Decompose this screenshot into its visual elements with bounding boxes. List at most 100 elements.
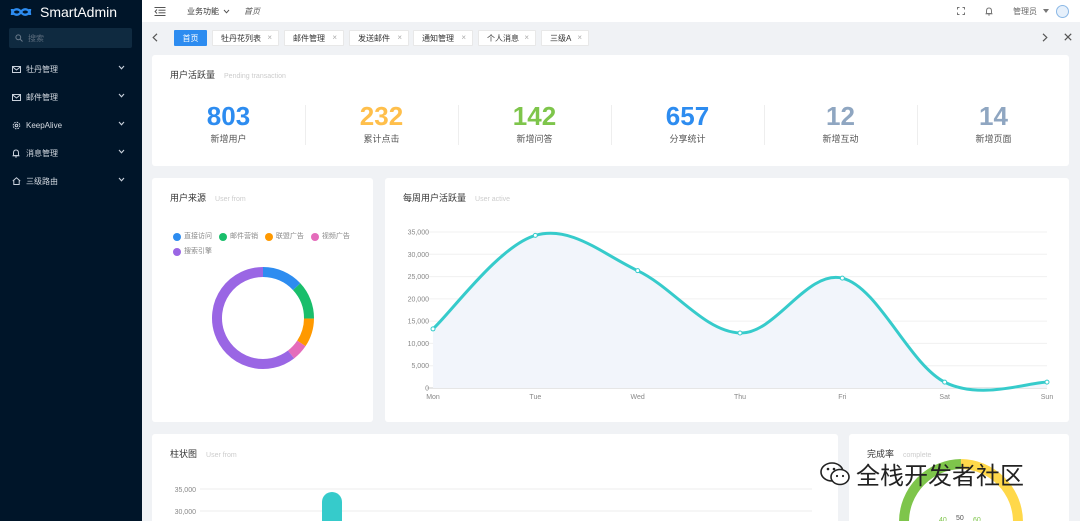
chevron-right-icon[interactable] <box>1042 33 1048 42</box>
x-tick-label: Wed <box>631 394 645 401</box>
y-tick-label: 35,000 <box>175 487 197 494</box>
sidebar-item-peony[interactable]: 牡丹管理 <box>0 55 142 83</box>
fullscreen-icon[interactable] <box>957 7 965 15</box>
sidebar-item-messages[interactable]: 消息管理 <box>0 139 142 167</box>
bar[interactable] <box>322 492 342 521</box>
chevron-left-icon[interactable] <box>152 33 158 42</box>
tab-mail-manage[interactable]: 邮件管理 × <box>284 30 344 46</box>
sidebar-item-label: 三级路由 <box>26 176 58 186</box>
legend-item[interactable]: 直接访问 <box>173 231 212 243</box>
legend-item[interactable]: 邮件营销 <box>218 231 258 243</box>
chevron-down-icon <box>118 149 125 154</box>
sidebar-menu: 牡丹管理 邮件管理 KeepAlive 消息管理 三级路由 <box>0 55 142 195</box>
breadcrumb[interactable]: 首页 <box>244 6 260 17</box>
menu-fold-icon[interactable] <box>154 6 166 16</box>
card-subtitle: User from <box>215 196 246 203</box>
legend-item[interactable]: 联盟广告 <box>264 231 304 243</box>
chevron-down-icon <box>223 9 230 14</box>
tab-label: 通知管理 <box>422 33 454 43</box>
sidebar-item-keepalive[interactable]: KeepAlive <box>0 111 142 139</box>
y-tick-label: 25,000 <box>408 274 430 281</box>
data-point[interactable] <box>635 268 641 274</box>
stat-label: 分享统计 <box>669 134 706 144</box>
chevron-down-icon <box>118 121 125 126</box>
tab-personal-messages[interactable]: 个人消息 × <box>478 30 536 46</box>
card-title: 用户来源 User from <box>170 191 246 204</box>
weekly-card: 每周用户活跃量 User active 0 5,000 10,000 15,000 20,… <box>385 178 1069 422</box>
pie-slice[interactable] <box>212 267 295 369</box>
gauge-tick-label: 60 <box>973 517 981 521</box>
legend-item[interactable]: 视频广告 <box>310 231 350 243</box>
chart-legend: 直接访问 邮件营销 联盟广告 视频广告 搜索引擎 <box>173 231 363 261</box>
sidebar-item-mail[interactable]: 邮件管理 <box>0 83 142 111</box>
data-point[interactable] <box>1044 379 1050 385</box>
y-tick-label: 5,000 <box>411 363 429 370</box>
line-chart: 0 5,000 10,000 15,000 20,000 25,000 30,000 35,0… <box>408 230 1054 402</box>
stat-value: 803 <box>206 101 251 131</box>
tab-label: 首页 <box>182 33 199 43</box>
bar-chart: 35,000 30,000 <box>175 487 812 521</box>
close-icon[interactable]: × <box>524 33 529 42</box>
tab-level3-a[interactable]: 三级A × <box>541 30 589 46</box>
search-icon <box>15 34 23 42</box>
app-name: SmartAdmin <box>40 4 118 20</box>
user-name: 管理员 <box>1013 6 1037 16</box>
sidebar-item-label: KeepAlive <box>26 120 63 130</box>
data-point[interactable] <box>430 326 436 332</box>
close-icon[interactable]: × <box>397 33 402 42</box>
tab-send-mail[interactable]: 发送邮件 × <box>349 30 409 46</box>
x-tick-label: Sat <box>939 394 950 401</box>
data-point[interactable] <box>737 330 743 336</box>
card-title-text: 用户活跃量 <box>170 70 216 80</box>
pie-slice[interactable] <box>262 267 301 291</box>
data-point[interactable] <box>532 232 538 238</box>
card-subtitle: Pending transaction <box>224 73 286 80</box>
stat-value: 657 <box>665 101 710 131</box>
close-icon[interactable]: × <box>577 33 582 42</box>
biz-label: 业务功能 <box>187 6 219 16</box>
tab-notice-manage[interactable]: 通知管理 × <box>413 30 473 46</box>
bell-icon <box>11 148 21 158</box>
search-input[interactable]: 搜索 <box>9 28 132 48</box>
user-menu[interactable]: 管理员 <box>1013 4 1075 18</box>
legend-swatch <box>264 233 273 241</box>
sidebar-item-routes[interactable]: 三级路由 <box>0 167 142 195</box>
close-icon[interactable]: × <box>461 33 466 42</box>
pie-slice[interactable] <box>297 318 314 347</box>
pie-slice[interactable] <box>292 283 314 319</box>
caret-down-icon <box>1043 9 1049 13</box>
stat-value: 12 <box>826 101 855 131</box>
biz-dropdown[interactable]: 业务功能 <box>187 6 230 17</box>
legend-item[interactable]: 搜索引擎 <box>173 246 212 258</box>
card-title-text: 用户来源 <box>170 193 207 203</box>
bell-icon[interactable] <box>985 6 993 16</box>
close-icon[interactable]: × <box>332 33 337 42</box>
tab-bar: 首页 牡丹花列表 × 邮件管理 × 发送邮件 × 通知管理 × 个人消息 × 三级A × <box>142 26 1080 50</box>
activity-card: 用户活跃量 Pending transaction 803 新增用户 232 累计点击… <box>152 55 1069 166</box>
stat-label: 新增用户 <box>210 134 247 144</box>
search-placeholder: 搜索 <box>28 33 44 43</box>
tab-label: 发送邮件 <box>358 33 390 43</box>
y-tick-label: 0 <box>425 386 429 393</box>
legend-swatch <box>173 248 181 256</box>
app-logo[interactable]: SmartAdmin <box>0 0 142 24</box>
chevron-down-icon <box>118 65 125 70</box>
tab-home[interactable]: 首页 <box>174 30 207 46</box>
stat-label: 新增页面 <box>975 134 1012 144</box>
legend-label: 邮件营销 <box>229 233 258 240</box>
pie-slice[interactable] <box>287 340 306 359</box>
tab-peony-list[interactable]: 牡丹花列表 × <box>212 30 279 46</box>
tab-label: 邮件管理 <box>293 33 325 43</box>
close-icon[interactable]: × <box>267 33 272 42</box>
close-icon[interactable] <box>1064 33 1072 41</box>
area-fill <box>433 233 1047 391</box>
data-point[interactable] <box>942 379 948 385</box>
card-title: 用户活跃量 Pending transaction <box>170 68 286 81</box>
sidebar: SmartAdmin 搜索 牡丹管理 邮件管理 KeepAlive 消息管理 三… <box>0 0 142 521</box>
stat-value: 14 <box>979 101 1008 131</box>
tab-label: 个人消息 <box>487 33 519 43</box>
gear-icon <box>11 120 21 130</box>
y-tick-label: 15,000 <box>408 319 430 326</box>
data-point[interactable] <box>839 275 845 281</box>
y-tick-label: 30,000 <box>408 252 430 259</box>
